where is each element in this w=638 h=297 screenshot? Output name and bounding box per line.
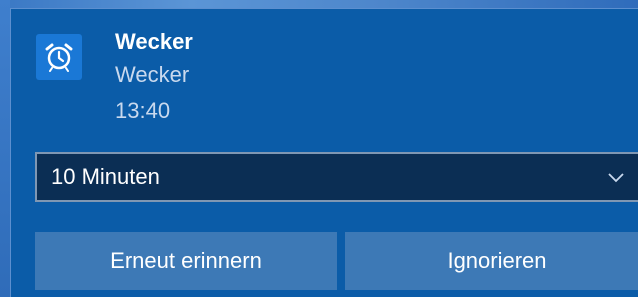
alarm-clock-icon xyxy=(36,34,82,80)
snooze-button[interactable]: Erneut erinnern xyxy=(35,232,337,290)
desktop-background-left xyxy=(0,0,10,297)
snooze-duration-select[interactable]: 10 Minuten xyxy=(35,152,638,202)
notification-subtitle: Wecker xyxy=(115,62,190,87)
dismiss-button[interactable]: Ignorieren xyxy=(345,232,638,290)
notification-text: Wecker Wecker 13:40 xyxy=(115,27,193,129)
notification-time: 13:40 xyxy=(115,98,171,123)
snooze-duration-value: 10 Minuten xyxy=(51,164,160,189)
chevron-down-icon xyxy=(608,173,624,183)
alarm-notification-toast[interactable]: Wecker Wecker 13:40 10 Minuten Erneut er… xyxy=(10,8,638,297)
notification-title: Wecker xyxy=(115,29,193,54)
